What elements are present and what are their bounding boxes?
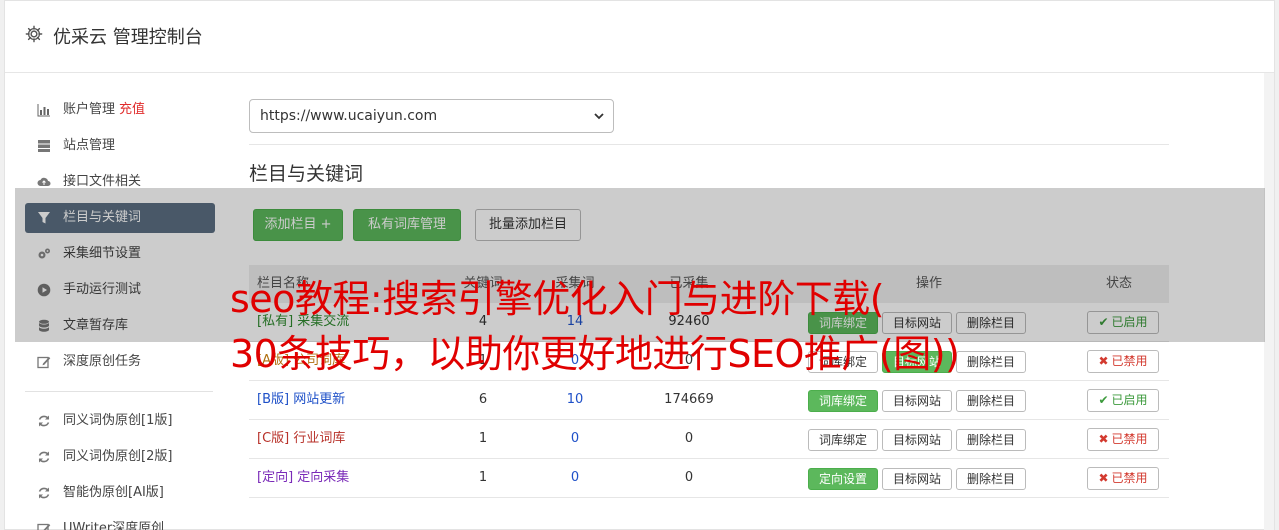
status-toggle[interactable]: ✔ 已启用 — [1087, 389, 1159, 412]
banner-title: seo教程:搜索引擎优化入门与进阶下载( 30条技巧，以助你更好地进行SEO推广… — [230, 272, 1270, 382]
sidebar-item-deep-original[interactable]: 深度原创任务 — [25, 347, 215, 377]
status-label: 已启用 — [1111, 393, 1148, 407]
collected-count: 0 — [684, 470, 694, 485]
column-name[interactable]: [C版] 行业词库 — [257, 420, 345, 458]
sidebar-item-label: 深度原创任务 — [63, 354, 142, 369]
page-title: 优采云 管理控制台 — [53, 27, 203, 48]
refresh-icon — [38, 415, 50, 427]
collect-word-count[interactable]: 0 — [555, 420, 595, 458]
sidebar-item-label: 账户管理 — [63, 102, 116, 117]
collect-word-count[interactable]: 10 — [555, 381, 595, 419]
collected-count: 0 — [684, 431, 694, 446]
banner-line-2: 30条技巧，以助你更好地进行SEO推广(图)) — [230, 332, 960, 376]
keyword-count: 1 — [478, 431, 488, 446]
check-icon: ✔ — [1098, 393, 1109, 407]
gear-icon — [25, 25, 43, 43]
keyword-count: 6 — [478, 392, 488, 407]
status-toggle[interactable]: ✖ 已禁用 — [1087, 467, 1159, 490]
bar-chart-icon — [37, 104, 50, 117]
column-name[interactable]: [定向] 定向采集 — [257, 459, 349, 497]
sidebar-item-label: UWriter深度原创 — [63, 521, 165, 530]
close-icon: ✖ — [1098, 471, 1109, 485]
recharge-link[interactable]: 充值 — [119, 102, 145, 117]
sidebar-item-label: 同义词伪原创[1版] — [63, 413, 173, 428]
refresh-icon — [38, 487, 50, 499]
sidebar-divider — [25, 391, 213, 392]
target-site-button[interactable]: 目标网站 — [882, 468, 952, 490]
sidebar-item-synonym-v2[interactable]: 同义词伪原创[2版] — [25, 442, 215, 472]
table-row: [C版] 行业词库 1 0 0 词库绑定 目标网站 删除栏目 ✖ 已禁用 — [249, 420, 1169, 459]
table-row: [定向] 定向采集 1 0 0 定向设置 目标网站 删除栏目 ✖ 已禁用 — [249, 459, 1169, 498]
column-name[interactable]: [B版] 网站更新 — [257, 381, 345, 419]
banner-line-1: seo教程:搜索引擎优化入门与进阶下载( — [230, 277, 885, 321]
top-bar: 优采云 管理控制台 — [5, 1, 1274, 73]
refresh-icon — [38, 451, 50, 463]
keyword-count: 1 — [478, 470, 488, 485]
bind-lib-button[interactable]: 词库绑定 — [808, 429, 878, 451]
delete-column-button[interactable]: 删除栏目 — [956, 468, 1026, 490]
site-select-value: https://www.ucaiyun.com — [260, 108, 438, 124]
sidebar-item-label: 同义词伪原创[2版] — [63, 449, 173, 464]
sidebar-item-label: 站点管理 — [63, 138, 116, 153]
target-site-button[interactable]: 目标网站 — [882, 429, 952, 451]
divider — [249, 144, 1169, 145]
chevron-down-icon — [594, 113, 604, 120]
cloud-upload-icon — [37, 177, 51, 186]
site-select[interactable]: https://www.ucaiyun.com — [249, 99, 614, 133]
delete-column-button[interactable]: 删除栏目 — [956, 429, 1026, 451]
collect-word-count[interactable]: 0 — [555, 459, 595, 497]
status-toggle[interactable]: ✖ 已禁用 — [1087, 428, 1159, 451]
sidebar-item-synonym-v1[interactable]: 同义词伪原创[1版] — [25, 406, 215, 436]
table-row: [B版] 网站更新 6 10 174669 词库绑定 目标网站 删除栏目 ✔ 已启用 — [249, 381, 1169, 420]
status-label: 已禁用 — [1111, 432, 1148, 446]
collected-count: 174669 — [664, 392, 714, 407]
sidebar-item-label: 接口文件相关 — [63, 174, 142, 189]
edit-icon — [37, 356, 51, 369]
sidebar-item-account[interactable]: 账户管理 充值 — [25, 95, 215, 125]
sidebar-item-ai-rewrite[interactable]: 智能伪原创[AI版] — [25, 478, 215, 508]
section-title: 栏目与关键词 — [249, 163, 364, 185]
delete-column-button[interactable]: 删除栏目 — [956, 390, 1026, 412]
sidebar-item-label: 智能伪原创[AI版] — [63, 485, 164, 500]
bind-lib-button[interactable]: 定向设置 — [808, 468, 878, 490]
sidebar-item-sites[interactable]: 站点管理 — [25, 131, 215, 161]
status-label: 已禁用 — [1111, 471, 1148, 485]
bind-lib-button[interactable]: 词库绑定 — [808, 390, 878, 412]
target-site-button[interactable]: 目标网站 — [882, 390, 952, 412]
edit-icon — [37, 523, 51, 530]
server-icon — [38, 140, 50, 152]
close-icon: ✖ — [1098, 432, 1109, 446]
sidebar-item-uwriter[interactable]: UWriter深度原创 — [25, 514, 215, 530]
